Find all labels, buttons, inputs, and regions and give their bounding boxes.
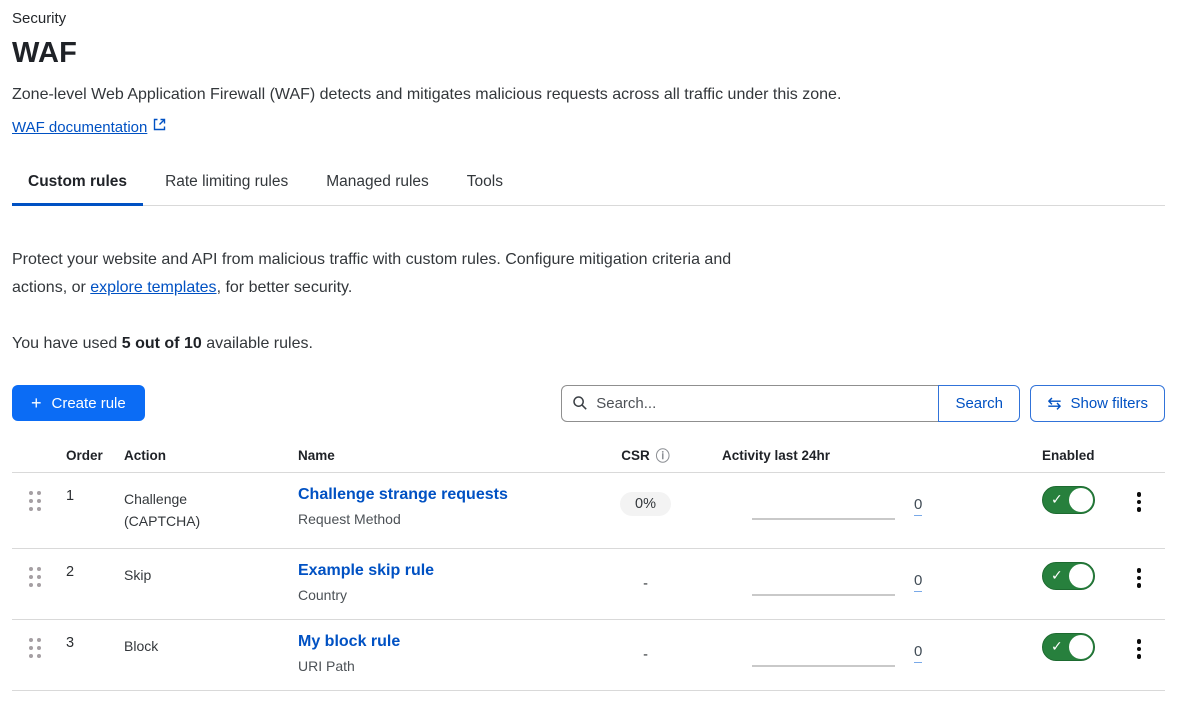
header-activity: Activity last 24hr bbox=[708, 448, 933, 463]
usage-suffix: available rules. bbox=[202, 335, 313, 352]
header-csr-label: CSR bbox=[621, 448, 650, 463]
rule-enabled-cell: ✓ bbox=[1028, 562, 1113, 590]
rule-activity-cell: 0 bbox=[708, 633, 933, 667]
enabled-toggle[interactable]: ✓ bbox=[1042, 562, 1095, 590]
create-rule-button[interactable]: + Create rule bbox=[12, 385, 145, 421]
waf-page: Security WAF Zone-level Web Application … bbox=[0, 0, 1177, 691]
waf-documentation-link[interactable]: WAF documentation bbox=[12, 119, 147, 136]
activity-count-link[interactable]: 0 bbox=[914, 495, 922, 516]
rule-action: Skip bbox=[116, 562, 298, 586]
table-body: 1 Challenge (CAPTCHA) Challenge strange … bbox=[12, 473, 1165, 691]
rule-order: 2 bbox=[58, 562, 116, 580]
search-tools: Search ⇆ Show filters bbox=[561, 385, 1165, 422]
drag-handle-icon[interactable] bbox=[12, 486, 42, 511]
header-action: Action bbox=[116, 448, 298, 463]
toolbar: + Create rule Search ⇆ Show filters bbox=[12, 385, 1165, 422]
external-link-icon bbox=[153, 118, 166, 136]
row-menu-button[interactable] bbox=[1113, 633, 1165, 659]
show-filters-label: Show filters bbox=[1070, 395, 1148, 412]
toggle-knob bbox=[1069, 488, 1093, 512]
rules-table: Order Action Name CSR ⓘ Activity last 24… bbox=[12, 448, 1165, 691]
activity-sparkline bbox=[752, 633, 895, 667]
intro-text: Protect your website and API from malici… bbox=[12, 246, 752, 302]
rule-field: URI Path bbox=[298, 658, 583, 674]
activity-sparkline bbox=[752, 562, 895, 596]
header-menu-spacer bbox=[1113, 448, 1165, 463]
search-input[interactable] bbox=[561, 385, 939, 422]
breadcrumb: Security bbox=[12, 10, 1165, 27]
enabled-toggle[interactable]: ✓ bbox=[1042, 486, 1095, 514]
csr-value: - bbox=[643, 568, 648, 592]
rule-name-link[interactable]: Challenge strange requests bbox=[298, 486, 508, 503]
activity-count-link[interactable]: 0 bbox=[914, 642, 922, 663]
rule-enabled-cell: ✓ bbox=[1028, 633, 1113, 661]
tab-tools[interactable]: Tools bbox=[451, 162, 519, 206]
rule-name-link[interactable]: My block rule bbox=[298, 633, 400, 650]
rule-action: Block bbox=[116, 633, 298, 657]
table-row: 2 Skip Example skip rule Country - 0 ✓ bbox=[12, 549, 1165, 620]
rule-order: 1 bbox=[58, 486, 116, 504]
toggle-knob bbox=[1069, 564, 1093, 588]
swap-arrows-icon: ⇆ bbox=[1047, 395, 1061, 412]
check-icon: ✓ bbox=[1051, 491, 1063, 508]
show-filters-button[interactable]: ⇆ Show filters bbox=[1030, 385, 1165, 422]
table-header-row: Order Action Name CSR ⓘ Activity last 24… bbox=[12, 448, 1165, 473]
page-description: Zone-level Web Application Firewall (WAF… bbox=[12, 86, 1165, 104]
rule-activity-cell: 0 bbox=[708, 562, 933, 596]
rule-enabled-cell: ✓ bbox=[1028, 486, 1113, 514]
row-menu-button[interactable] bbox=[1113, 562, 1165, 588]
toggle-knob bbox=[1069, 635, 1093, 659]
header-name: Name bbox=[298, 448, 583, 463]
info-icon[interactable]: ⓘ bbox=[656, 449, 670, 463]
waf-tabs: Custom rules Rate limiting rules Managed… bbox=[12, 162, 1165, 206]
rule-csr-cell: 0% bbox=[583, 486, 708, 516]
header-order: Order bbox=[58, 448, 116, 463]
rule-field: Country bbox=[298, 587, 583, 603]
header-drag-spacer bbox=[12, 448, 58, 463]
header-enabled: Enabled bbox=[1028, 448, 1113, 463]
activity-count-link[interactable]: 0 bbox=[914, 571, 922, 592]
explore-templates-link[interactable]: explore templates bbox=[90, 279, 216, 296]
row-menu-button[interactable] bbox=[1113, 486, 1165, 512]
page-title: WAF bbox=[12, 37, 1165, 70]
doc-link-row: WAF documentation bbox=[12, 118, 1165, 136]
enabled-toggle[interactable]: ✓ bbox=[1042, 633, 1095, 661]
header-csr: CSR ⓘ bbox=[583, 448, 708, 463]
plus-icon: + bbox=[31, 394, 42, 412]
usage-text: You have used 5 out of 10 available rule… bbox=[12, 335, 1165, 353]
rule-name-cell: Example skip rule Country bbox=[298, 562, 583, 603]
rule-order: 3 bbox=[58, 633, 116, 651]
rule-csr-cell: - bbox=[583, 633, 708, 664]
drag-handle-icon[interactable] bbox=[12, 562, 42, 587]
search-box bbox=[561, 385, 939, 422]
tab-custom-rules[interactable]: Custom rules bbox=[12, 162, 143, 206]
rule-name-link[interactable]: Example skip rule bbox=[298, 562, 434, 579]
tab-managed-rules[interactable]: Managed rules bbox=[310, 162, 445, 206]
check-icon: ✓ bbox=[1051, 567, 1063, 584]
rule-name-cell: Challenge strange requests Request Metho… bbox=[298, 486, 583, 527]
search-button[interactable]: Search bbox=[938, 385, 1020, 422]
tab-rate-limiting-rules[interactable]: Rate limiting rules bbox=[149, 162, 304, 206]
rule-field: Request Method bbox=[298, 511, 583, 527]
rule-activity-cell: 0 bbox=[708, 486, 933, 520]
csr-badge: 0% bbox=[620, 492, 671, 516]
drag-handle-icon[interactable] bbox=[12, 633, 42, 658]
table-row: 1 Challenge (CAPTCHA) Challenge strange … bbox=[12, 473, 1165, 549]
search-icon bbox=[572, 395, 588, 416]
csr-value: - bbox=[643, 639, 648, 663]
activity-sparkline bbox=[752, 486, 895, 520]
usage-count: 5 out of 10 bbox=[122, 335, 202, 352]
rule-name-cell: My block rule URI Path bbox=[298, 633, 583, 674]
usage-prefix: You have used bbox=[12, 335, 122, 352]
rule-action: Challenge (CAPTCHA) bbox=[116, 486, 298, 532]
table-row: 3 Block My block rule URI Path - 0 ✓ bbox=[12, 620, 1165, 691]
create-rule-label: Create rule bbox=[52, 395, 126, 412]
intro-after: , for better security. bbox=[217, 279, 353, 296]
check-icon: ✓ bbox=[1051, 638, 1063, 655]
header-spacer bbox=[933, 448, 1028, 463]
rule-csr-cell: - bbox=[583, 562, 708, 593]
